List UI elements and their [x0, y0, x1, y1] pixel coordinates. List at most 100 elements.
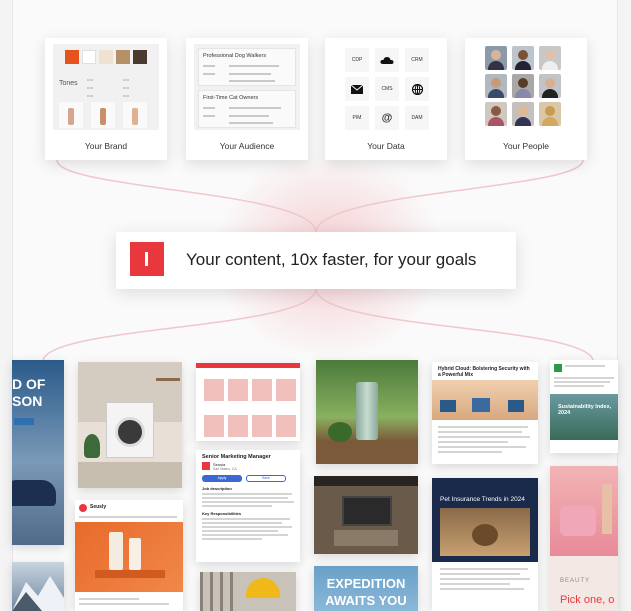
tones-label: Tones	[59, 80, 78, 87]
text-line	[565, 365, 605, 367]
swatch-tan	[116, 50, 130, 64]
job-post-tile[interactable]: Senior Marketing Manager Seusia San Mate…	[196, 450, 300, 562]
company-logo	[202, 462, 210, 470]
text-line	[79, 603, 169, 605]
text-line	[202, 522, 282, 524]
responsibilities-heading: Key Responsibilities	[202, 511, 242, 516]
text-line	[202, 534, 288, 536]
cdp-tile: CDP	[345, 48, 369, 72]
washing-machine-image	[106, 402, 154, 458]
smart-home-tile[interactable]	[314, 476, 418, 554]
text-line	[202, 530, 278, 532]
plant-image	[84, 434, 100, 458]
text-line	[438, 441, 508, 443]
car-image	[12, 480, 56, 506]
cosmetic-image	[550, 466, 618, 556]
text-line	[438, 436, 530, 438]
data-card[interactable]: CDP CRM CMS PIM @ DAM Your Data	[325, 38, 447, 160]
product-card	[276, 415, 296, 437]
text-line	[202, 526, 292, 528]
text-line	[229, 73, 271, 75]
headline-text: Your content, 10x faster, for your goals	[186, 250, 477, 269]
apply-button[interactable]: Apply	[202, 475, 242, 482]
person-photo	[539, 74, 561, 98]
product-card	[276, 379, 296, 401]
text-line	[229, 115, 269, 117]
person-photo	[485, 46, 507, 70]
text-line	[438, 446, 526, 448]
ecommerce-page-tile[interactable]	[196, 363, 300, 441]
brand-logo-icon	[130, 242, 164, 276]
text-line	[203, 115, 215, 117]
brand-card[interactable]: Tones ••••• ••••• ••••• ••••• ••••• ••••…	[45, 38, 167, 160]
tone-text: •••••	[87, 94, 94, 98]
product-card	[204, 379, 224, 401]
at-sign-icon: @	[375, 106, 399, 130]
floor	[78, 462, 182, 488]
audience-segment: First-Time Cat Owners	[198, 90, 296, 128]
text-line	[229, 122, 273, 124]
text-line	[79, 598, 139, 600]
mail-icon	[345, 77, 369, 101]
globe-icon	[405, 77, 429, 101]
mountain-tile[interactable]	[12, 562, 64, 611]
audience-card[interactable]: Professional Dog Walkers First-Time Cat …	[186, 38, 308, 160]
headline-banner: Your content, 10x faster, for your goals	[116, 232, 516, 289]
person-photo	[485, 102, 507, 126]
product-image	[59, 102, 83, 128]
can-image	[356, 382, 378, 440]
pet-insurance-tile[interactable]: Pet Insurance Trends in 2024	[432, 478, 538, 611]
person-photo	[512, 46, 534, 70]
text-line	[203, 107, 215, 109]
expedition-ad-tile[interactable]: EXPEDITION AWAITS YOU	[314, 566, 418, 611]
text-line	[554, 381, 610, 383]
scaffold	[200, 572, 240, 611]
product-card	[228, 415, 248, 437]
product-image	[91, 102, 115, 128]
laundry-image-tile[interactable]	[78, 362, 182, 488]
text-line	[202, 538, 262, 540]
audience-segment: Professional Dog Walkers	[198, 48, 296, 86]
sustainability-tile[interactable]: Sustainability Index, 2024	[550, 360, 618, 453]
beauty-ad-tile[interactable]: BEAUTY Pick one, o	[550, 466, 618, 611]
company-location: San Mateo, CA	[213, 467, 237, 471]
article-tile[interactable]: Hybrid Cloud: Bolstering Security with a…	[432, 362, 538, 464]
travel-ad-line1: D OF	[12, 376, 46, 392]
save-button[interactable]: Save	[246, 475, 286, 482]
product-card	[252, 379, 272, 401]
product-image	[123, 102, 147, 128]
beverage-can-tile[interactable]	[316, 360, 418, 464]
dog-image	[440, 508, 530, 556]
landscape-image: Sustainability Index, 2024	[550, 394, 618, 440]
tone-text: •••••	[87, 86, 94, 90]
expedition-line2: AWAITS YOU	[325, 593, 407, 608]
text-line	[438, 431, 522, 433]
person-photo	[512, 74, 534, 98]
people-card[interactable]: Your People	[465, 38, 587, 160]
travel-ad-tile[interactable]: D OF SON	[12, 360, 64, 545]
travel-ad-button	[14, 418, 34, 425]
social-post-tile[interactable]: Seusly	[75, 500, 183, 611]
expedition-line1: EXPEDITION	[326, 576, 406, 591]
article-title: Hybrid Cloud: Bolstering Security with a…	[438, 366, 530, 378]
text-line	[202, 505, 272, 507]
cms-tile: CMS	[375, 77, 399, 101]
tone-text: •••••	[123, 78, 130, 82]
people-caption: Your People	[502, 141, 549, 151]
pim-tile: PIM	[345, 106, 369, 130]
office-illustration	[432, 380, 538, 420]
text-line	[438, 451, 502, 453]
perfume-image	[75, 522, 183, 592]
product-card	[252, 415, 272, 437]
beauty-brand: BEAUTY	[560, 578, 591, 584]
avatar	[79, 504, 87, 512]
construction-image-tile[interactable]	[200, 572, 296, 611]
crm-tile: CRM	[405, 48, 429, 72]
segment-title: First-Time Cat Owners	[203, 95, 259, 101]
person-photo	[485, 74, 507, 98]
pet-insurance-title: Pet Insurance Trends in 2024	[440, 496, 525, 503]
text-line	[202, 493, 292, 495]
company-logo	[554, 364, 562, 372]
sustainability-title: Sustainability Index, 2024	[558, 404, 612, 416]
data-thumbnail: CDP CRM CMS PIM @ DAM	[333, 44, 439, 130]
